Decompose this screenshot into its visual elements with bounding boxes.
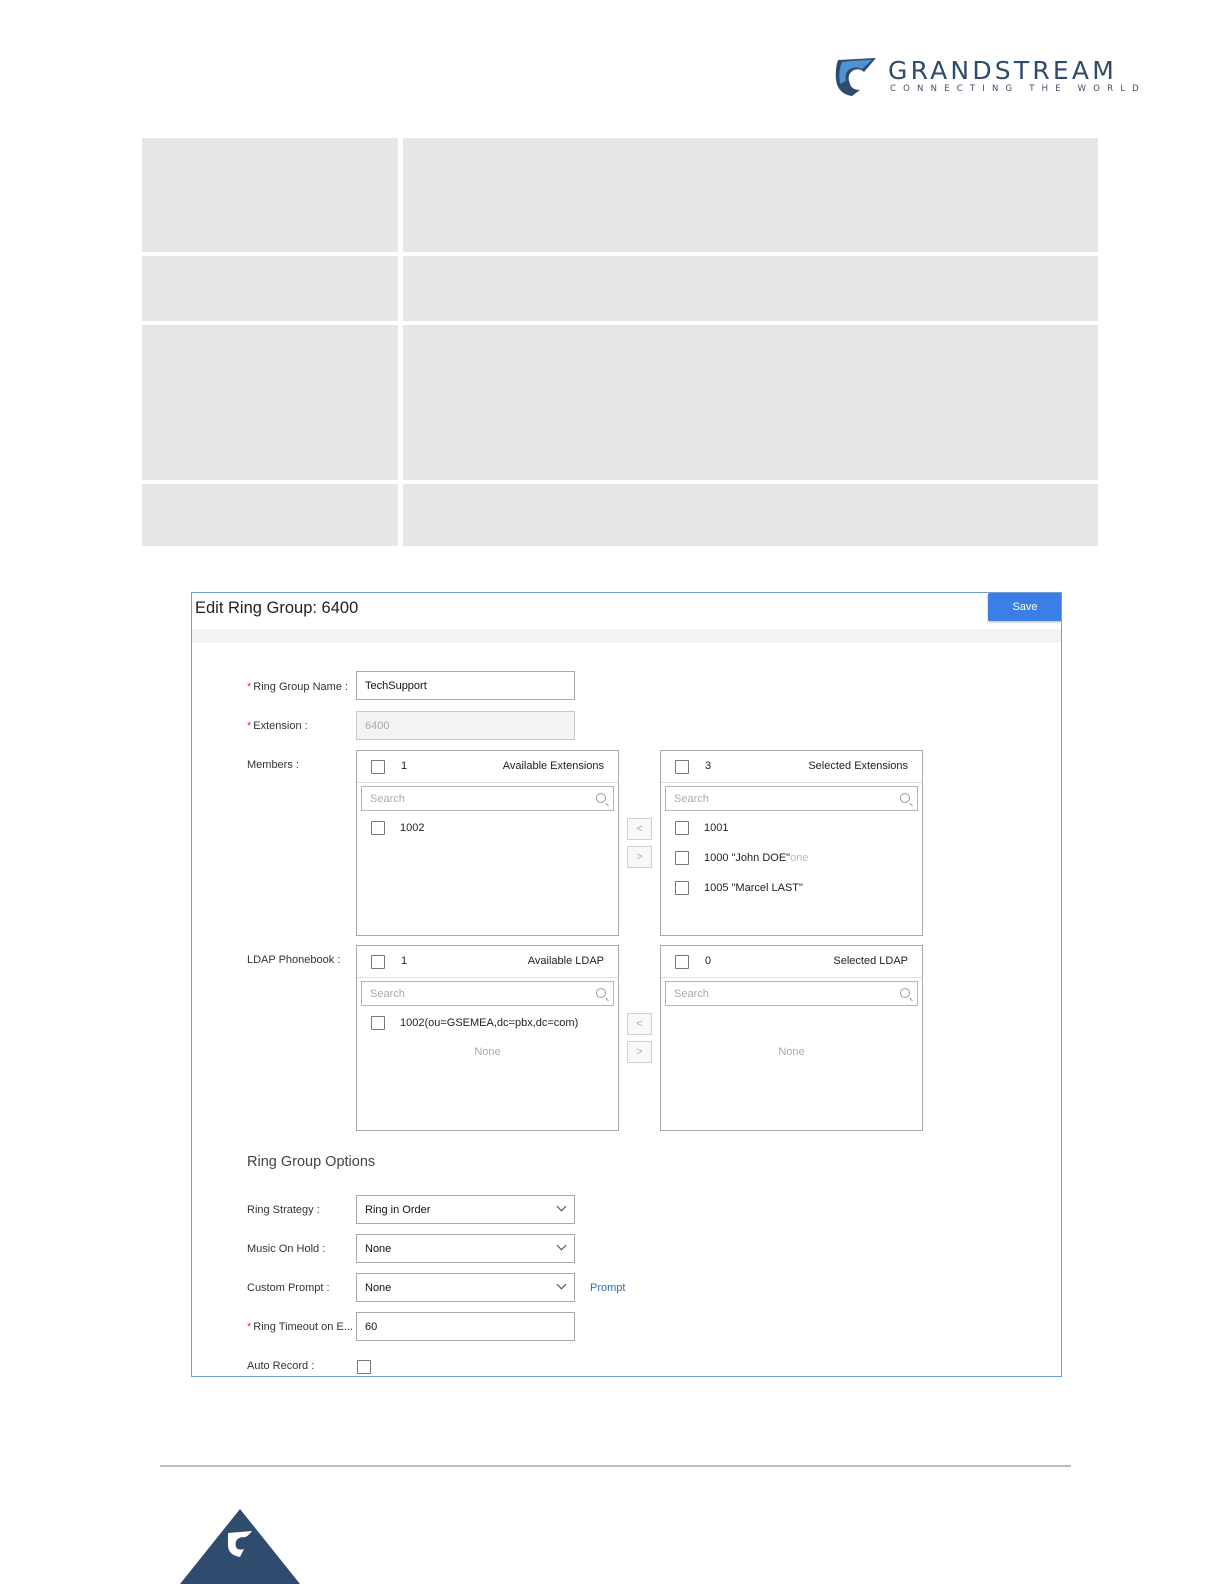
available-ldap-search[interactable]: Search xyxy=(361,981,614,1006)
search-icon xyxy=(596,988,606,998)
ring-strategy-label: Ring Strategy : xyxy=(247,1204,320,1216)
table-cell xyxy=(142,484,398,546)
move-right-button[interactable]: > xyxy=(627,846,652,868)
table-cell xyxy=(142,256,398,321)
selected-ldap-list: 0 Selected LDAP Search None xyxy=(660,945,923,1131)
item-checkbox[interactable] xyxy=(675,821,689,835)
table-row xyxy=(142,256,1098,321)
auto-record-label: Auto Record : xyxy=(247,1360,315,1372)
chevron-down-icon xyxy=(556,1240,567,1251)
chevron-down-icon xyxy=(556,1279,567,1290)
available-extensions-search[interactable]: Search xyxy=(361,786,614,811)
search-icon xyxy=(596,793,606,803)
custom-prompt-select[interactable]: None xyxy=(356,1273,575,1302)
item-checkbox[interactable] xyxy=(371,1016,385,1030)
prompt-link[interactable]: Prompt xyxy=(590,1282,625,1294)
selected-extensions-list: 3 Selected Extensions Search 1001 1000 "… xyxy=(660,750,923,936)
select-all-checkbox[interactable] xyxy=(371,760,385,774)
ring-timeout-input[interactable]: 60 xyxy=(356,1312,575,1341)
brand-name: GRANDSTREAM xyxy=(888,56,1117,85)
empty-text: None xyxy=(474,1046,501,1058)
dialog-title: Edit Ring Group: 6400 xyxy=(195,599,359,617)
list-header: 1 Available Extensions xyxy=(357,751,618,783)
edit-ring-group-dialog: Edit Ring Group: 6400 Save * Ring Group N… xyxy=(191,592,1062,1377)
required-marker: * xyxy=(247,681,252,693)
brand-tagline: CONNECTING THE WORLD xyxy=(890,84,1146,94)
list-title: Available LDAP xyxy=(527,955,604,967)
selected-extensions-search[interactable]: Search xyxy=(665,786,918,811)
list-title: Selected LDAP xyxy=(833,955,908,967)
list-title: Available Extensions xyxy=(502,760,604,772)
list-header: 0 Selected LDAP xyxy=(661,946,922,978)
grandstream-logo-icon xyxy=(835,58,876,96)
list-item[interactable]: 1002 xyxy=(371,821,424,835)
footer-divider xyxy=(160,1465,1071,1467)
move-left-button[interactable]: < xyxy=(627,818,652,840)
selected-count: 3 xyxy=(705,760,712,772)
ring-timeout-label: * Ring Timeout on E... xyxy=(247,1321,353,1333)
required-marker: * xyxy=(247,720,252,732)
members-label: Members : xyxy=(247,759,299,771)
list-item[interactable]: 1001 xyxy=(675,821,728,835)
list-header: 3 Selected Extensions xyxy=(661,751,922,783)
move-left-button[interactable]: < xyxy=(627,1013,652,1035)
table-row xyxy=(142,325,1098,480)
empty-text: None xyxy=(778,1046,805,1058)
search-icon xyxy=(900,988,910,998)
document-table xyxy=(142,138,1098,550)
ghost-text: one xyxy=(790,852,809,864)
ring-group-name-input[interactable]: TechSupport xyxy=(356,671,575,700)
table-cell xyxy=(403,325,1098,480)
ring-group-name-label: * Ring Group Name : xyxy=(247,681,349,693)
table-cell xyxy=(403,138,1098,252)
ring-strategy-select[interactable]: Ring in Order xyxy=(356,1195,575,1224)
list-title: Selected Extensions xyxy=(808,760,908,772)
header-divider xyxy=(192,629,1061,643)
available-extensions-list: 1 Available Extensions Search 1002 xyxy=(356,750,619,936)
table-cell xyxy=(142,325,398,480)
item-checkbox[interactable] xyxy=(371,821,385,835)
item-checkbox[interactable] xyxy=(675,881,689,895)
item-checkbox[interactable] xyxy=(675,851,689,865)
list-item[interactable]: 1000 "John DOE"one xyxy=(675,851,808,865)
select-all-checkbox[interactable] xyxy=(371,955,385,969)
auto-record-checkbox[interactable] xyxy=(357,1360,371,1374)
music-on-hold-select[interactable]: None xyxy=(356,1234,575,1263)
search-icon xyxy=(900,793,910,803)
custom-prompt-label: Custom Prompt : xyxy=(247,1282,330,1294)
list-header: 1 Available LDAP xyxy=(357,946,618,978)
required-marker: * xyxy=(247,1321,252,1333)
select-all-checkbox[interactable] xyxy=(675,955,689,969)
selected-count: 0 xyxy=(705,955,712,967)
available-ldap-list: 1 Available LDAP Search 1002(ou=GSEMEA,d… xyxy=(356,945,619,1131)
list-item[interactable]: 1005 "Marcel LAST" xyxy=(675,881,803,895)
selected-ldap-search[interactable]: Search xyxy=(665,981,918,1006)
select-all-checkbox[interactable] xyxy=(675,760,689,774)
available-count: 1 xyxy=(401,955,408,967)
chevron-down-icon xyxy=(556,1201,567,1212)
table-cell xyxy=(403,256,1098,321)
music-on-hold-label: Music On Hold : xyxy=(247,1243,326,1255)
extension-label: * Extension : xyxy=(247,720,308,732)
save-button[interactable]: Save xyxy=(988,593,1061,621)
table-cell xyxy=(142,138,398,252)
extension-input: 6400 xyxy=(356,711,575,740)
table-row xyxy=(142,484,1098,546)
available-count: 1 xyxy=(401,760,408,772)
grandstream-logo: GRANDSTREAM CONNECTING THE WORLD xyxy=(834,54,1158,100)
grandstream-footer-logo-icon xyxy=(180,1509,300,1584)
move-right-button[interactable]: > xyxy=(627,1041,652,1063)
section-title: Ring Group Options xyxy=(247,1154,376,1170)
table-cell xyxy=(403,484,1098,546)
table-row xyxy=(142,138,1098,252)
list-item[interactable]: 1002(ou=GSEMEA,dc=pbx,dc=com) xyxy=(371,1016,578,1030)
ldap-phonebook-label: LDAP Phonebook : xyxy=(247,954,341,966)
